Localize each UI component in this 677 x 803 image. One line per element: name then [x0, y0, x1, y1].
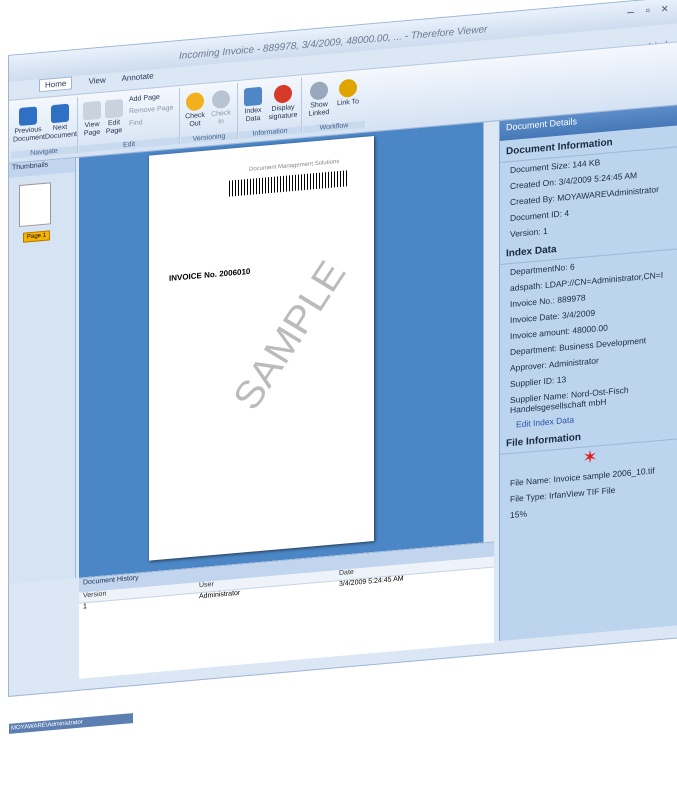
window-title: Incoming Invoice - 889978, 3/4/2009, 480…: [179, 24, 488, 63]
group-label-information: Information: [239, 126, 301, 139]
group-label-workflow: Workflow: [303, 120, 365, 134]
check-out-button[interactable]: Check Out: [183, 91, 207, 130]
invoice-title: INVOICE No. 2006010: [169, 266, 251, 283]
tab-home[interactable]: Home: [39, 76, 73, 93]
tab-view[interactable]: View: [89, 75, 106, 86]
link-icon: [339, 78, 357, 99]
document-details-pane: Document Details Document Information Do…: [499, 105, 677, 642]
find-button[interactable]: Find: [129, 119, 143, 128]
lock-open-icon: [186, 91, 204, 112]
group-navigate: Previous Document Next Document Navigate: [11, 96, 78, 159]
group-edit: View Page Edit Page Add Page Remove Page…: [79, 87, 180, 153]
page-icon: [83, 100, 101, 121]
group-information: Index Data Display signature Information: [239, 77, 302, 139]
index-data-button[interactable]: Index Data: [241, 86, 265, 125]
group-label-navigate: Navigate: [11, 145, 77, 159]
col-date[interactable]: Date: [339, 569, 354, 577]
next-document-button[interactable]: Next Document: [45, 103, 77, 142]
viewer-scrollbar[interactable]: [483, 121, 494, 543]
show-linked-button[interactable]: Show Linked: [305, 81, 333, 119]
close-button[interactable]: ×: [661, 1, 668, 16]
previous-document-button[interactable]: Previous Document: [13, 106, 45, 145]
group-label-versioning: Versioning: [181, 131, 237, 144]
signature-ribbon-icon: [274, 84, 292, 104]
page-thumbnail-label[interactable]: Page 1: [23, 230, 51, 243]
chain-link-icon: [310, 81, 328, 101]
group-workflow: Show Linked Link To Workflow: [303, 72, 365, 134]
history-version: 1: [83, 603, 87, 611]
maximize-button[interactable]: ▫: [646, 3, 650, 17]
thumbnails-pane: Thumbnails Page 1 MOYAWARE\Administrator: [9, 158, 133, 734]
page-thumbnail[interactable]: [19, 182, 51, 228]
col-version[interactable]: Version: [83, 590, 106, 599]
invoice-page: Document Management Solutions INVOICE No…: [149, 135, 374, 561]
add-page-button[interactable]: Add Page: [129, 94, 160, 105]
view-page-button[interactable]: View Page: [81, 100, 103, 139]
status-bar-user: MOYAWARE\Administrator: [9, 713, 133, 734]
invoice-letterhead: Document Management Solutions: [249, 159, 340, 173]
lock-icon: [212, 89, 230, 110]
display-signature-button[interactable]: Display signature: [267, 84, 299, 123]
edit-page-button[interactable]: Edit Page: [103, 98, 125, 137]
link-to-button[interactable]: Link To: [335, 78, 361, 108]
tab-annotate[interactable]: Annotate: [122, 71, 154, 83]
minimize-button[interactable]: –: [627, 4, 634, 19]
document-viewer[interactable]: Document Management Solutions INVOICE No…: [79, 121, 494, 578]
index-data-icon: [244, 86, 262, 107]
viewer-window: Incoming Invoice - 889978, 3/4/2009, 480…: [8, 0, 677, 734]
edit-page-icon: [105, 98, 123, 119]
check-in-button[interactable]: Check In: [209, 89, 233, 127]
up-arrow-icon: [19, 106, 37, 127]
group-versioning: Check Out Check In Versioning: [181, 82, 238, 144]
remove-page-button[interactable]: Remove Page: [129, 105, 173, 117]
sample-watermark: SAMPLE: [225, 253, 355, 418]
col-user[interactable]: User: [199, 581, 214, 589]
down-arrow-icon: [51, 103, 69, 124]
barcode: [229, 170, 349, 197]
